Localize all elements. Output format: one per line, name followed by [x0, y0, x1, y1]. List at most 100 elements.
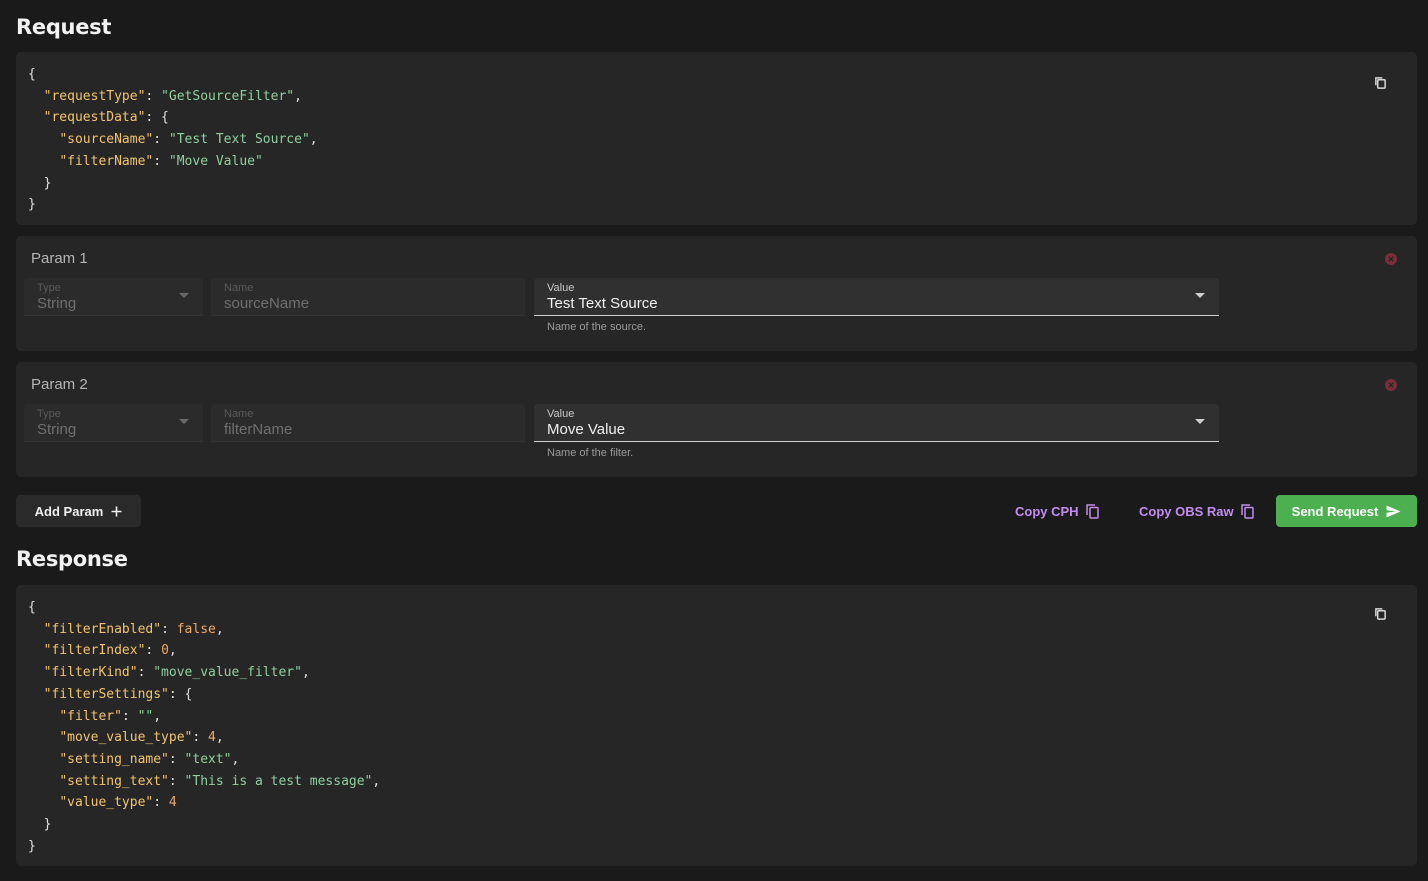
code-token-p: { [28, 600, 36, 615]
name-value: filterName [224, 421, 293, 438]
code-token-p [28, 709, 59, 724]
param-name-field[interactable]: Name filterName [211, 404, 525, 442]
code-token-p [28, 687, 44, 702]
copy-icon [1240, 503, 1254, 519]
code-line: "filterKind": "move_value_filter", [28, 662, 380, 684]
code-token-p: , [168, 643, 177, 659]
type-value: String [37, 421, 77, 438]
value-value: Test Text Source [547, 295, 658, 312]
code-token-p: : [153, 132, 169, 148]
caret-down-icon [1195, 293, 1205, 298]
code-token-p: } [28, 838, 36, 854]
close-circle-icon[interactable] [1385, 379, 1397, 391]
code-token-p: : [168, 751, 185, 767]
type-value: String [37, 295, 77, 312]
request-json: { "requestType": "GetSourceFilter", "req… [28, 64, 318, 216]
code-token-p [28, 752, 59, 767]
copy-icon [1085, 503, 1099, 519]
code-line: "value_type": 4 [28, 792, 380, 814]
code-token-p: , [215, 621, 224, 637]
param-value-select[interactable]: Value Test Text Source [534, 278, 1219, 316]
code-token-p: : [137, 665, 154, 681]
code-line: "filterEnabled": false, [28, 619, 380, 641]
code-token-p [28, 110, 44, 125]
code-token-p: : [153, 153, 169, 169]
code-token-key: "filterIndex" [43, 643, 146, 659]
code-token-p: , [215, 730, 224, 746]
type-label: Type [37, 282, 61, 294]
code-token-p: , [231, 751, 240, 767]
code-token-p [28, 132, 59, 147]
copy-response-button[interactable] [1365, 598, 1395, 628]
copy-cph-button[interactable]: Copy CPH [1015, 495, 1099, 527]
code-line: } [28, 173, 318, 195]
param-value-select[interactable]: Value Move Value [534, 404, 1219, 442]
code-line: { [28, 64, 318, 86]
code-token-p: , [372, 773, 381, 789]
close-circle-icon[interactable] [1385, 253, 1397, 265]
response-title: Response [16, 547, 128, 571]
code-token-p [28, 730, 59, 745]
code-token-p: , [153, 708, 162, 724]
code-token-str: "move_value_filter" [153, 665, 302, 681]
code-line: } [28, 814, 380, 836]
param-name-field[interactable]: Name sourceName [211, 278, 525, 316]
name-value: sourceName [224, 295, 310, 312]
code-line: "requestData": { [28, 107, 318, 129]
value-value: Move Value [547, 421, 626, 438]
code-token-str: "Move Value" [168, 153, 263, 169]
code-token-p: , [309, 132, 318, 148]
copy-request-button[interactable] [1365, 67, 1395, 97]
caret-down-icon [179, 293, 189, 298]
add-param-button[interactable]: Add Param [16, 495, 141, 527]
code-token-p: : [192, 730, 209, 746]
code-token-key: "requestData" [43, 110, 146, 126]
code-token-p [28, 154, 59, 169]
code-line: "filterName": "Move Value" [28, 151, 318, 173]
request-code-block: { "requestType": "GetSourceFilter", "req… [16, 52, 1417, 225]
code-token-key: "setting_text" [59, 773, 169, 789]
type-label: Type [37, 408, 61, 420]
code-token-p [28, 89, 44, 104]
code-token-key: "filterSettings" [43, 686, 169, 702]
param-title: Param 2 [31, 376, 88, 393]
code-token-str: "text" [184, 751, 232, 767]
code-token-key: "filterKind" [43, 665, 138, 681]
value-label: Value [547, 408, 575, 420]
code-line: } [28, 836, 380, 858]
code-token-str: "This is a test message" [184, 773, 373, 789]
copy-obs-raw-button[interactable]: Copy OBS Raw [1139, 495, 1254, 527]
code-line: "sourceName": "Test Text Source", [28, 129, 318, 151]
code-token-p: : [168, 773, 185, 789]
param-card-1: Param 1 Type String Name sourceName Valu… [16, 236, 1417, 351]
code-token-p: } [28, 175, 52, 191]
param-type-select[interactable]: Type String [24, 278, 203, 316]
param-type-select[interactable]: Type String [24, 404, 203, 442]
code-line: "move_value_type": 4, [28, 727, 380, 749]
code-token-p: , [301, 665, 310, 681]
send-icon [1386, 505, 1401, 517]
code-token-p: { [28, 67, 36, 82]
plus-icon [111, 506, 122, 516]
value-helper-text: Name of the filter. [547, 447, 634, 459]
send-request-button[interactable]: Send Request [1276, 495, 1417, 527]
code-token-key: "sourceName" [59, 132, 154, 148]
code-line: "setting_text": "This is a test message"… [28, 771, 380, 793]
code-token-p: } [28, 197, 36, 213]
send-request-label: Send Request [1291, 503, 1379, 519]
code-token-num: 4 [208, 730, 216, 746]
param-card-2: Param 2 Type String Name filterName Valu… [16, 362, 1417, 477]
add-param-label: Add Param [34, 503, 104, 519]
value-helper-text: Name of the source. [547, 321, 647, 333]
code-token-str: "Test Text Source" [168, 132, 310, 148]
request-title: Request [16, 15, 112, 39]
value-label: Value [547, 282, 575, 294]
response-json: { "filterEnabled": false, "filterIndex":… [28, 597, 380, 857]
code-token-p: : [121, 708, 138, 724]
caret-down-icon [179, 419, 189, 424]
code-token-p: : [145, 88, 162, 104]
code-line: "requestType": "GetSourceFilter", [28, 86, 318, 108]
code-token-p: } [28, 817, 52, 833]
code-token-str: "" [137, 708, 154, 724]
param-title: Param 1 [31, 250, 88, 267]
